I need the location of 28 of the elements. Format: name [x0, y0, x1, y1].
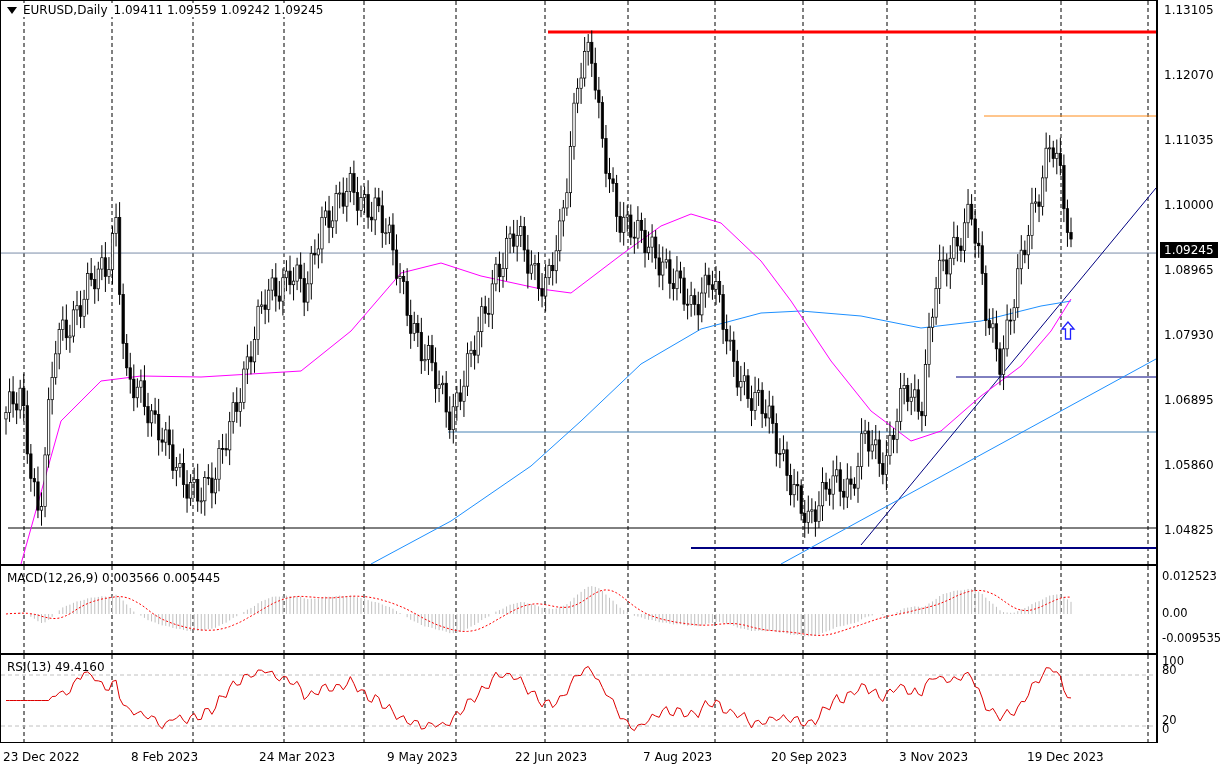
caret-icon[interactable] [7, 6, 17, 14]
price-label: 0.012523 [1161, 570, 1218, 583]
time-label: 24 Mar 2023 [258, 749, 337, 766]
indicator-label: MACD(12,26,9) 0.003566 0.005445 [7, 571, 221, 585]
price-label: 1.05860 [1164, 457, 1214, 472]
current-price-label: 1.09245 [1160, 242, 1218, 258]
time-label: 20 Sep 2023 [770, 749, 849, 766]
ohlc-values: 1.09411 1.09559 1.09242 1.09245 [113, 3, 324, 17]
time-label: 3 Nov 2023 [898, 749, 970, 766]
price-label: 0.00 [1161, 607, 1189, 620]
price-label: 1.12070 [1164, 68, 1214, 83]
time-label: 22 Jun 2023 [514, 749, 589, 766]
up-arrow-icon [1060, 321, 1076, 340]
price-label: 1.10000 [1164, 198, 1214, 213]
price-label: 1.11035 [1164, 133, 1214, 148]
time-label: 9 May 2023 [386, 749, 459, 766]
time-label: 23 Dec 2022 [2, 749, 81, 766]
price-label: 1.13105 [1164, 3, 1214, 18]
time-label: 7 Aug 2023 [642, 749, 714, 766]
time-label: 19 Dec 2023 [1026, 749, 1105, 766]
price-label: 1.07930 [1164, 327, 1214, 342]
price-label: 1.08965 [1164, 263, 1214, 277]
symbol-title: EURUSD,Daily [23, 3, 108, 17]
price-label: 1.06895 [1164, 392, 1214, 407]
price-label: -0.009535 [1161, 632, 1223, 645]
price-label: 1.04825 [1164, 522, 1214, 537]
indicator-label: RSI(13) 49.4160 [7, 660, 105, 674]
time-label: 8 Feb 2023 [130, 749, 200, 766]
